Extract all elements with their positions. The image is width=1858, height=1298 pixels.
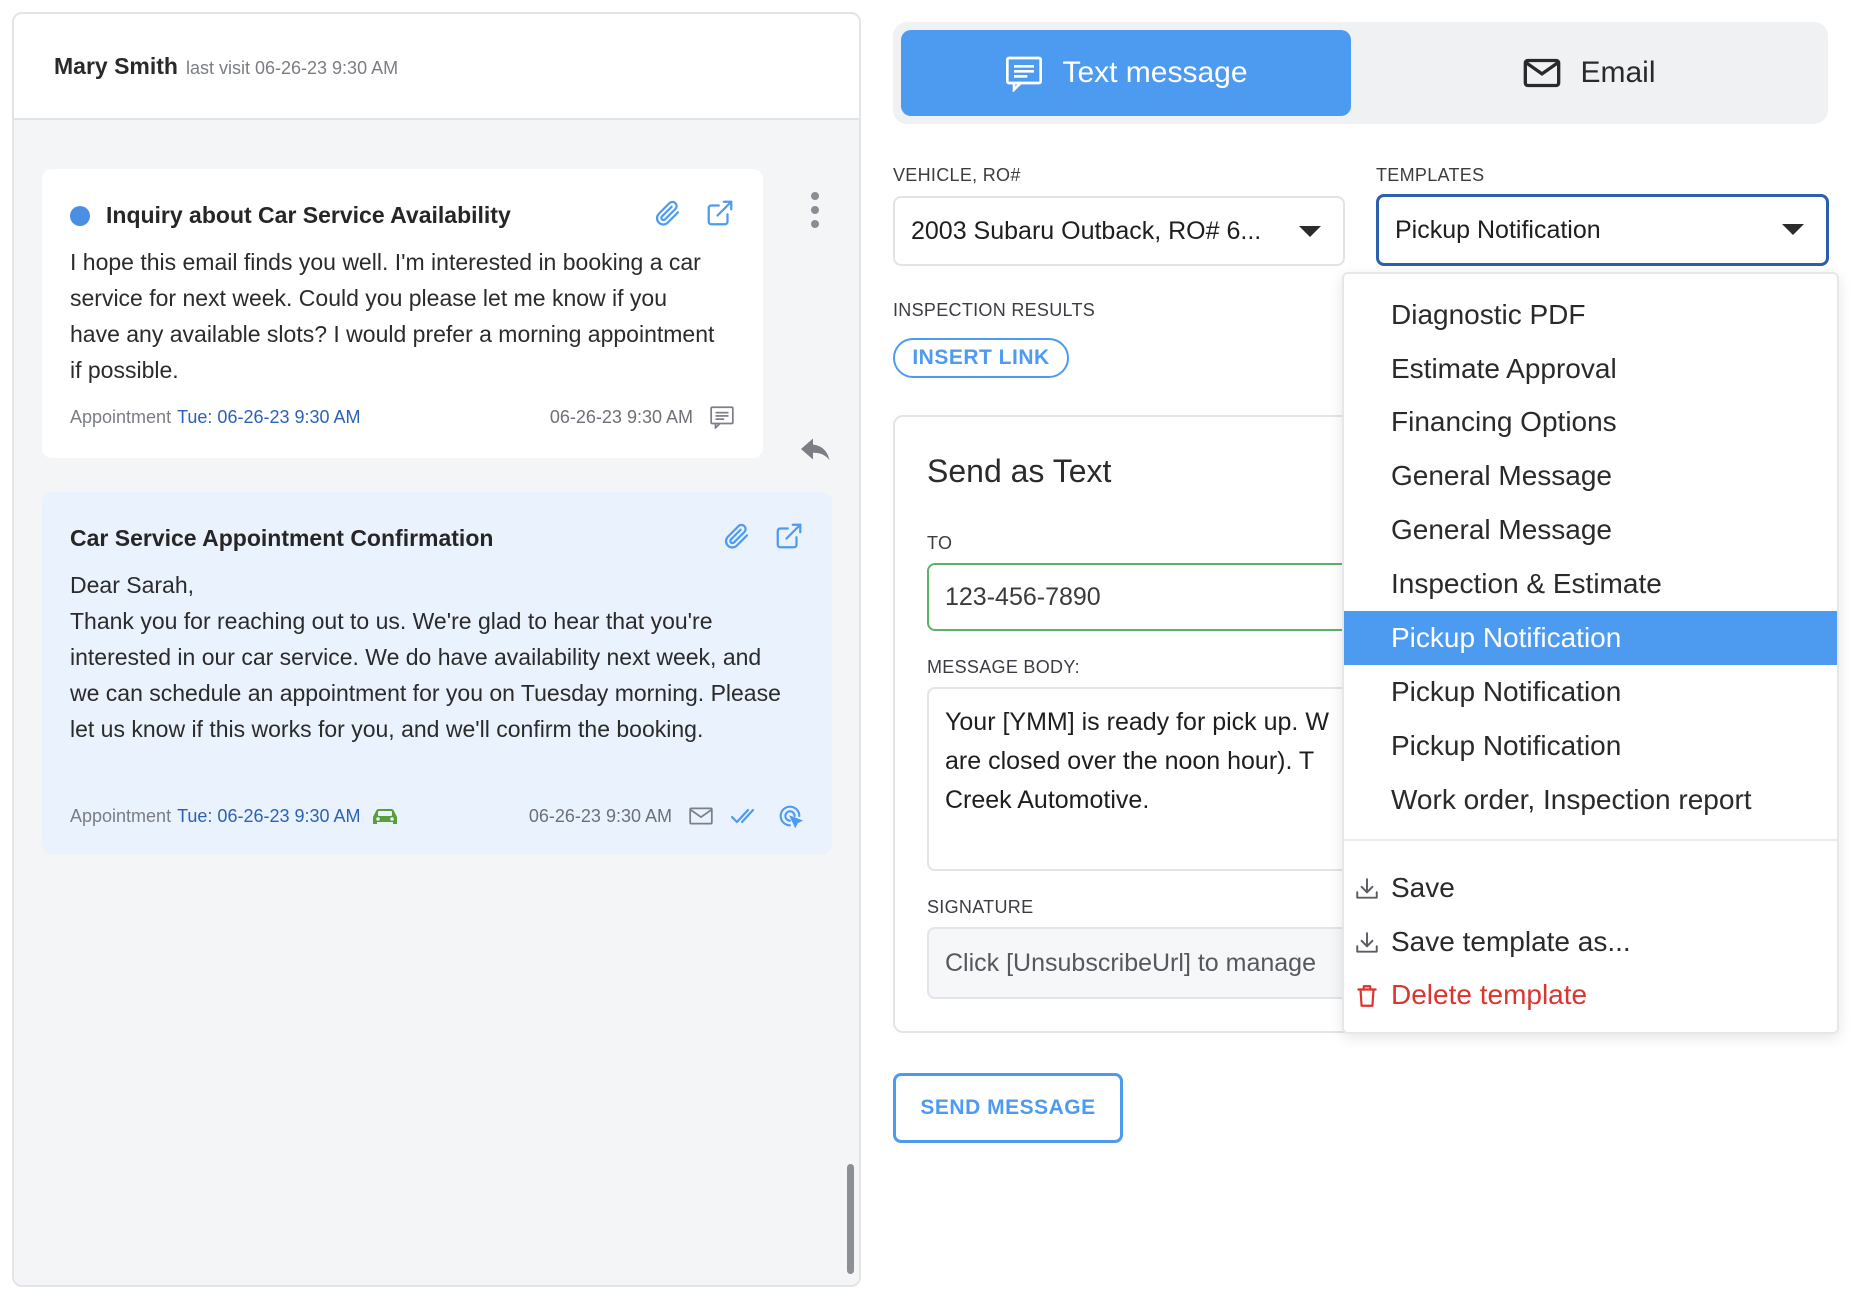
template-option-pickup-notification-selected[interactable]: Pickup Notification — [1344, 611, 1837, 665]
message-footer: Appointment Tue: 06-26-23 9:30 AM 06-26-… — [70, 802, 804, 830]
message-body: Dear Sarah, Thank you for reaching out t… — [70, 572, 781, 742]
template-option-diagnostic-pdf[interactable]: Diagnostic PDF — [1344, 288, 1837, 342]
email-icon — [689, 807, 713, 825]
message-card-confirmation[interactable]: Car Service Appointment Confirmation Dea… — [42, 492, 832, 854]
tab-text-message[interactable]: Text message — [901, 30, 1351, 116]
text-message-icon — [1006, 56, 1043, 92]
save-template-as-button[interactable]: Save template as... — [1344, 915, 1837, 969]
message-footer: Appointment Tue: 06-26-23 9:30 AM 06-26-… — [70, 405, 735, 429]
scrollbar[interactable] — [847, 1164, 854, 1274]
delete-label: Delete template — [1391, 979, 1588, 1010]
save-label: Save — [1391, 872, 1455, 903]
message-timestamp: 06-26-23 9:30 AM — [528, 805, 672, 826]
template-option-financing-options[interactable]: Financing Options — [1344, 395, 1837, 449]
appointment-link[interactable]: Tue: 06-26-23 9:30 AM — [177, 407, 360, 428]
double-check-icon — [730, 808, 755, 824]
attachment-icon[interactable] — [653, 198, 683, 228]
save-template-button[interactable]: Save — [1344, 861, 1837, 915]
save-as-icon — [1356, 932, 1378, 953]
save-as-label: Save template as... — [1391, 926, 1631, 957]
vehicle-select[interactable]: 2003 Subaru Outback, RO# 6... — [893, 196, 1345, 266]
appointment-label: Appointment — [70, 406, 172, 427]
last-visit: last visit 06-26-23 9:30 AM — [185, 57, 399, 78]
send-panel-title: Send as Text — [927, 453, 1112, 489]
attachment-icon[interactable] — [722, 521, 752, 551]
message-body-label: MESSAGE BODY: — [927, 657, 1080, 677]
reply-icon[interactable] — [798, 434, 834, 464]
chevron-down-icon — [1299, 226, 1321, 237]
template-option-inspection-estimate[interactable]: Inspection & Estimate — [1344, 557, 1837, 611]
message-card-inquiry[interactable]: Inquiry about Car Service Availability I… — [42, 169, 763, 458]
car-icon — [372, 809, 397, 824]
open-external-icon[interactable] — [774, 521, 804, 551]
appointment-link[interactable]: Tue: 06-26-23 9:30 AM — [177, 806, 360, 827]
template-option-work-order[interactable]: Work order, Inspection report — [1344, 773, 1837, 827]
template-option-pickup-notification-3[interactable]: Pickup Notification — [1344, 719, 1837, 773]
template-option-pickup-notification-2[interactable]: Pickup Notification — [1344, 665, 1837, 719]
tab-email[interactable]: Email — [1358, 30, 1820, 116]
tab-label: Email — [1580, 56, 1656, 89]
template-option-estimate-approval[interactable]: Estimate Approval — [1344, 342, 1837, 396]
email-icon — [1524, 58, 1561, 88]
vehicle-value: 2003 Subaru Outback, RO# 6... — [911, 216, 1262, 245]
templates-select[interactable]: Pickup Notification — [1376, 194, 1829, 266]
inspection-results-label: INSPECTION RESULTS — [893, 300, 1096, 320]
conversation-panel: Mary Smith last visit 06-26-23 9:30 AM I… — [12, 12, 861, 1287]
save-icon — [1356, 878, 1378, 899]
unread-dot-icon — [70, 205, 90, 226]
templates-value: Pickup Notification — [1395, 215, 1601, 244]
message-title: Inquiry about Car Service Availability — [106, 202, 511, 228]
opened-click-icon — [779, 805, 804, 829]
send-message-button[interactable]: SEND MESSAGE — [893, 1073, 1123, 1143]
message-body: I hope this email finds you well. I'm in… — [70, 249, 715, 383]
conversation-header: Mary Smith last visit 06-26-23 9:30 AM — [14, 14, 859, 120]
open-external-icon[interactable] — [705, 198, 735, 228]
templates-label: TEMPLATES — [1376, 165, 1485, 185]
channel-tabs: Text message Email — [893, 22, 1828, 124]
sms-icon — [710, 406, 734, 429]
message-title: Car Service Appointment Confirmation — [70, 525, 494, 551]
appointment-label: Appointment — [70, 805, 172, 826]
trash-icon — [1357, 985, 1377, 1007]
insert-link-button[interactable]: INSERT LINK — [893, 338, 1069, 378]
dropdown-divider — [1344, 839, 1837, 841]
delete-template-button[interactable]: Delete template — [1344, 968, 1837, 1022]
to-label: TO — [927, 533, 953, 553]
chevron-down-icon — [1782, 224, 1804, 235]
vehicle-label: VEHICLE, RO# — [893, 165, 1021, 185]
message-timestamp: 06-26-23 9:30 AM — [549, 406, 693, 427]
template-option-general-message[interactable]: General Message — [1344, 449, 1837, 503]
customer-name[interactable]: Mary Smith — [54, 53, 178, 80]
signature-label: SIGNATURE — [927, 897, 1034, 917]
template-option-general-message-2[interactable]: General Message — [1344, 503, 1837, 557]
more-options-icon[interactable] — [811, 192, 821, 232]
tab-label: Text message — [1062, 56, 1248, 89]
templates-dropdown-menu: Diagnostic PDF Estimate Approval Financi… — [1342, 272, 1839, 1034]
